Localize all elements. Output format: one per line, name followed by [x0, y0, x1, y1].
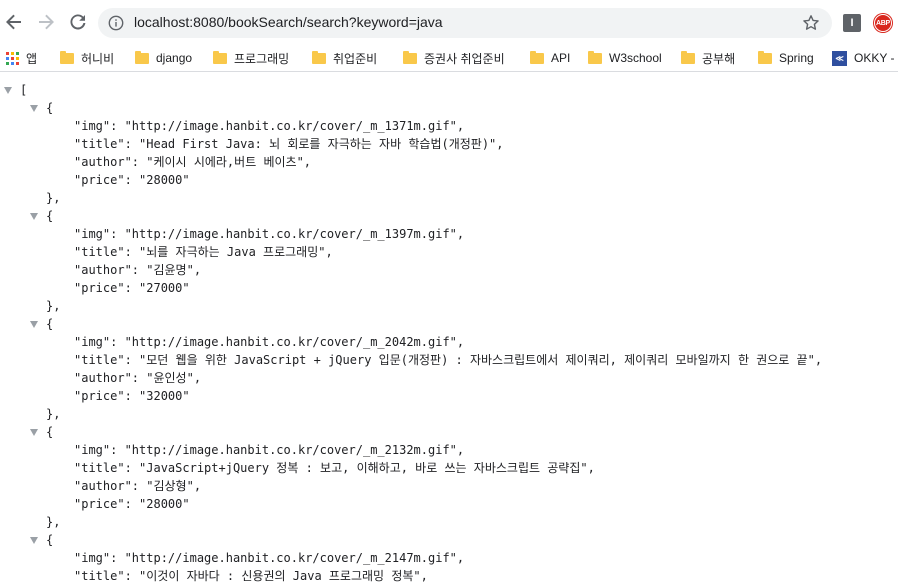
json-line: "title": "JavaScript+jQuery 정복 : 보고, 이해하…: [74, 461, 595, 475]
bookmark-label: 허니비: [81, 51, 115, 66]
json-line: "author": "윤인성",: [74, 371, 202, 385]
json-line: {: [46, 209, 54, 223]
bookmark-apps[interactable]: 앱: [6, 48, 37, 68]
json-line: {: [46, 101, 54, 115]
json-line: },: [46, 407, 61, 421]
bookmark-folder[interactable]: django: [135, 48, 192, 68]
collapse-toggle-icon[interactable]: [30, 537, 38, 544]
json-line: "author": "케이시 시에라,버트 베이츠",: [74, 155, 312, 169]
json-line: "price": "27000": [74, 281, 190, 295]
bookmark-label: django: [156, 51, 193, 65]
json-line: },: [46, 191, 61, 205]
json-line: "title": "이것이 자바다 : 신용권의 Java 프로그래밍 정복",: [74, 569, 428, 583]
json-line: },: [46, 515, 61, 529]
json-line: "title": "모던 웹을 위한 JavaScript + jQuery 입…: [74, 353, 823, 367]
bookmark-folder[interactable]: 허니비: [60, 48, 114, 68]
bookmark-okky[interactable]: ≪ OKKY -: [832, 48, 894, 68]
json-line: {: [46, 533, 54, 547]
json-line: "author": "김상형",: [74, 479, 202, 493]
folder-icon: [530, 50, 544, 64]
adblock-plus-button[interactable]: ABP: [874, 14, 892, 32]
forward-button[interactable]: [34, 10, 58, 34]
extension-i-label: I: [850, 17, 854, 29]
arrow-right-icon: [39, 14, 54, 30]
bookmark-label: Spring: [779, 51, 814, 65]
extension-i-button[interactable]: I: [843, 14, 861, 32]
bookmark-folder[interactable]: W3school: [588, 48, 662, 68]
json-line: "img": "http://image.hanbit.co.kr/cover/…: [74, 335, 465, 349]
json-line: "img": "http://image.hanbit.co.kr/cover/…: [74, 227, 465, 241]
json-viewer: [ { "img": "http://image.hanbit.co.kr/cove…: [0, 73, 898, 584]
json-line: "img": "http://image.hanbit.co.kr/cover/…: [74, 119, 465, 133]
collapse-toggle-icon[interactable]: [30, 321, 38, 328]
adblock-plus-label: ABP: [876, 19, 890, 27]
collapse-toggle-icon[interactable]: [30, 213, 38, 220]
folder-icon: [681, 50, 695, 64]
folder-icon: [758, 50, 772, 64]
json-line: {: [46, 425, 54, 439]
bookmark-star-icon[interactable]: [802, 14, 820, 32]
folder-icon: [60, 50, 74, 64]
json-line: [: [20, 83, 28, 97]
address-bar[interactable]: localhost:8080/bookSearch/search?keyword…: [98, 8, 832, 38]
json-line: "price": "32000": [74, 389, 190, 403]
json-line: "price": "28000": [74, 173, 190, 187]
apps-grid-icon: [6, 51, 19, 65]
bookmark-folder[interactable]: API: [530, 48, 570, 68]
json-line: "price": "28000": [74, 497, 190, 511]
bookmark-label: 앱: [26, 51, 38, 66]
bookmark-label: W3school: [609, 51, 662, 65]
bookmark-folder[interactable]: Spring: [758, 48, 814, 68]
json-line: },: [46, 299, 61, 313]
json-line: "img": "http://image.hanbit.co.kr/cover/…: [74, 551, 465, 565]
bookmark-label: 공부해: [702, 51, 736, 66]
reload-icon: [70, 14, 86, 30]
folder-icon: [403, 50, 417, 64]
info-icon[interactable]: [108, 15, 124, 31]
folder-icon: [135, 50, 149, 64]
bookmark-folder[interactable]: 증권사 취업준비: [403, 48, 505, 68]
bookmark-label: 프로그래밍: [234, 51, 290, 66]
collapse-toggle-icon[interactable]: [4, 87, 12, 94]
browser-toolbar: localhost:8080/bookSearch/search?keyword…: [0, 0, 898, 44]
bookmarks-bar: 앱 허니비 django 프로그래밍 취업준비 증권사 취업준비 API W3s…: [0, 44, 898, 72]
json-line: "title": "뇌를 자극하는 Java 프로그래밍",: [74, 245, 333, 259]
bookmark-label: OKKY -: [854, 51, 895, 65]
folder-icon: [213, 50, 227, 64]
bookmark-label: API: [551, 51, 571, 65]
collapse-toggle-icon[interactable]: [30, 429, 38, 436]
bookmark-folder[interactable]: 공부해: [681, 48, 735, 68]
json-line: {: [46, 317, 54, 331]
json-line: "img": "http://image.hanbit.co.kr/cover/…: [74, 443, 465, 457]
collapse-toggle-icon[interactable]: [30, 105, 38, 112]
bookmark-label: 증권사 취업준비: [424, 51, 505, 66]
folder-icon: [588, 50, 602, 64]
reload-button[interactable]: [66, 10, 90, 34]
json-line: "title": "Head First Java: 뇌 회로를 자극하는 자바…: [74, 137, 504, 151]
url-text: localhost:8080/bookSearch/search?keyword…: [134, 14, 443, 30]
okky-icon: ≪: [832, 50, 847, 66]
bookmark-folder[interactable]: 프로그래밍: [213, 48, 289, 68]
arrow-left-icon: [6, 14, 21, 30]
back-button[interactable]: [2, 10, 26, 34]
bookmark-label: 취업준비: [333, 51, 378, 66]
folder-icon: [312, 50, 326, 64]
bookmark-folder[interactable]: 취업준비: [312, 48, 377, 68]
json-line: "author": "김윤명",: [74, 263, 202, 277]
